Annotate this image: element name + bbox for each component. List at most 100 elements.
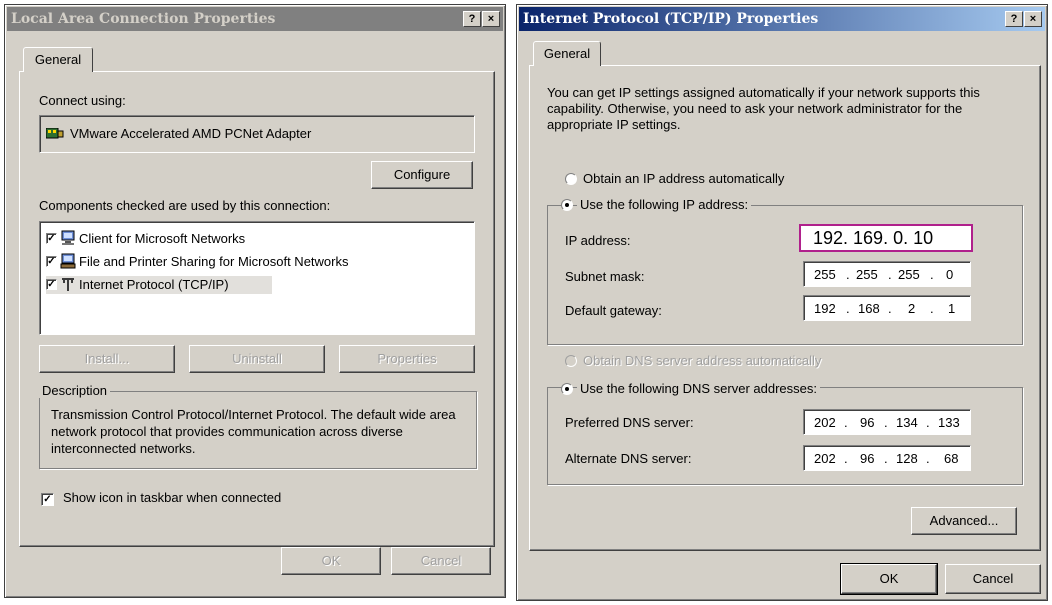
ok-label: OK <box>879 571 899 586</box>
ip-dot: . <box>930 301 934 316</box>
ip-octet: 192 <box>814 301 836 316</box>
intro-text: You can get IP settings assigned automat… <box>547 85 980 132</box>
help-button[interactable]: ? <box>1005 11 1023 27</box>
ip-dot: . <box>926 415 930 430</box>
properties-label: Properties <box>377 351 437 366</box>
ip-octet: 134 <box>896 415 918 430</box>
adapter-field: VMware Accelerated AMD PCNet Adapter <box>39 115 475 153</box>
list-item[interactable]: ✓ Internet Protocol (TCP/IP) <box>46 276 272 294</box>
ip-dot: . <box>888 301 892 316</box>
ip-dot: . <box>930 267 934 282</box>
subnet-mask-label: Subnet mask: <box>565 269 645 284</box>
install-button[interactable]: Install... <box>39 345 175 373</box>
window-title: Local Area Connection Properties <box>11 11 276 27</box>
ip-dot: . <box>884 415 888 430</box>
title-bar[interactable]: Internet Protocol (TCP/IP) Properties ? … <box>519 7 1045 31</box>
ip-dot: . <box>844 451 848 466</box>
ip-address-value: 192. 169. 0. 10 <box>813 228 934 248</box>
list-item[interactable]: ✓ File and Printer Sharing for Microsoft… <box>46 253 466 271</box>
preferred-dns-label: Preferred DNS server: <box>565 415 694 430</box>
ip-octet: 0 <box>946 267 954 282</box>
close-icon: × <box>1029 13 1037 25</box>
ip-octet: 1 <box>948 301 956 316</box>
ip-octet: 255 <box>898 267 920 282</box>
tab-general[interactable]: General <box>23 47 93 72</box>
ip-octet: 202 <box>814 451 836 466</box>
network-client-icon <box>60 230 76 249</box>
help-icon: ? <box>1010 13 1018 25</box>
description-text: Transmission Control Protocol/Internet P… <box>51 407 456 456</box>
component-label: Client for Microsoft Networks <box>79 231 246 246</box>
ip-dot: . <box>884 451 888 466</box>
ip-octet: 202 <box>814 415 836 430</box>
description-legend: Description <box>39 383 111 398</box>
ip-octet: 255 <box>856 267 878 282</box>
cancel-button[interactable]: Cancel <box>391 547 491 575</box>
use-following-ip-radio[interactable] <box>561 199 573 211</box>
use-following-ip-label: Use the following IP address: <box>577 197 752 212</box>
ip-octet: 168 <box>858 301 880 316</box>
use-following-dns-label: Use the following DNS server addresses: <box>577 381 820 396</box>
install-label: Install... <box>84 351 130 366</box>
obtain-ip-auto-radio[interactable] <box>565 173 577 185</box>
close-button[interactable]: × <box>482 11 500 27</box>
ip-octet: 68 <box>944 451 959 466</box>
alternate-dns-field[interactable]: 202 . 96 . 128 . 68 <box>803 445 971 471</box>
ok-button[interactable]: OK <box>281 547 381 575</box>
tab-general[interactable]: General <box>533 41 601 66</box>
protocol-icon <box>60 276 76 295</box>
tab-label: General <box>543 46 591 61</box>
ok-label: OK <box>321 553 341 568</box>
ip-octet: 2 <box>908 301 916 316</box>
ip-dot: . <box>846 301 850 316</box>
properties-button[interactable]: Properties <box>339 345 475 373</box>
component-checkbox[interactable]: ✓ <box>46 256 57 267</box>
close-button[interactable]: × <box>1024 11 1042 27</box>
window-title: Internet Protocol (TCP/IP) Properties <box>523 11 819 27</box>
obtain-dns-auto-radio[interactable] <box>565 355 577 367</box>
preferred-dns-field[interactable]: 202 . 96 . 134 . 133 <box>803 409 971 435</box>
ip-address-field[interactable]: 192. 169. 0. 10 <box>799 224 973 252</box>
ip-address-label: IP address: <box>565 233 631 248</box>
ip-octet: 128 <box>896 451 918 466</box>
tab-label: General <box>34 52 82 67</box>
cancel-button[interactable]: Cancel <box>945 564 1041 594</box>
show-icon-label: Show icon in taskbar when connected <box>63 490 282 505</box>
tcpip-properties-window: Internet Protocol (TCP/IP) Properties ? … <box>516 4 1048 601</box>
default-gateway-field[interactable]: 192 . 168 . 2 . 1 <box>803 295 971 321</box>
alternate-dns-label: Alternate DNS server: <box>565 451 692 466</box>
uninstall-label: Uninstall <box>232 351 282 366</box>
close-icon: × <box>487 13 495 25</box>
component-label: File and Printer Sharing for Microsoft N… <box>79 254 349 269</box>
ip-octet: 133 <box>938 415 960 430</box>
advanced-button[interactable]: Advanced... <box>911 507 1017 535</box>
ip-dot: . <box>844 415 848 430</box>
use-following-dns-radio[interactable] <box>561 383 573 395</box>
default-gateway-label: Default gateway: <box>565 303 662 318</box>
ip-octet: 96 <box>860 415 875 430</box>
show-icon-checkbox[interactable]: ✓ <box>41 493 54 506</box>
component-checkbox[interactable]: ✓ <box>46 233 57 244</box>
components-label: Components checked are used by this conn… <box>39 198 331 213</box>
configure-button[interactable]: Configure <box>371 161 473 189</box>
ip-octet: 96 <box>860 451 875 466</box>
adapter-name: VMware Accelerated AMD PCNet Adapter <box>70 126 312 141</box>
obtain-ip-auto-label: Obtain an IP address automatically <box>583 171 785 186</box>
cancel-label: Cancel <box>420 553 462 568</box>
ip-octet: 255 <box>814 267 836 282</box>
help-icon: ? <box>468 13 476 25</box>
configure-label: Configure <box>393 167 451 182</box>
help-button[interactable]: ? <box>463 11 481 27</box>
ok-button[interactable]: OK <box>840 563 938 595</box>
ip-dot: . <box>846 267 850 282</box>
subnet-mask-field[interactable]: 255 . 255 . 255 . 0 <box>803 261 971 287</box>
component-checkbox[interactable]: ✓ <box>46 279 57 290</box>
connect-using-label: Connect using: <box>39 93 126 108</box>
title-bar[interactable]: Local Area Connection Properties ? × <box>7 7 503 31</box>
obtain-dns-auto-label: Obtain DNS server address automatically <box>583 353 822 368</box>
file-printer-sharing-icon <box>60 253 76 272</box>
component-label: Internet Protocol (TCP/IP) <box>79 277 229 292</box>
uninstall-button[interactable]: Uninstall <box>189 345 325 373</box>
list-item[interactable]: ✓ Client for Microsoft Networks <box>46 230 466 248</box>
components-list[interactable]: ✓ Client for Microsoft Networks ✓ File a… <box>39 221 475 335</box>
